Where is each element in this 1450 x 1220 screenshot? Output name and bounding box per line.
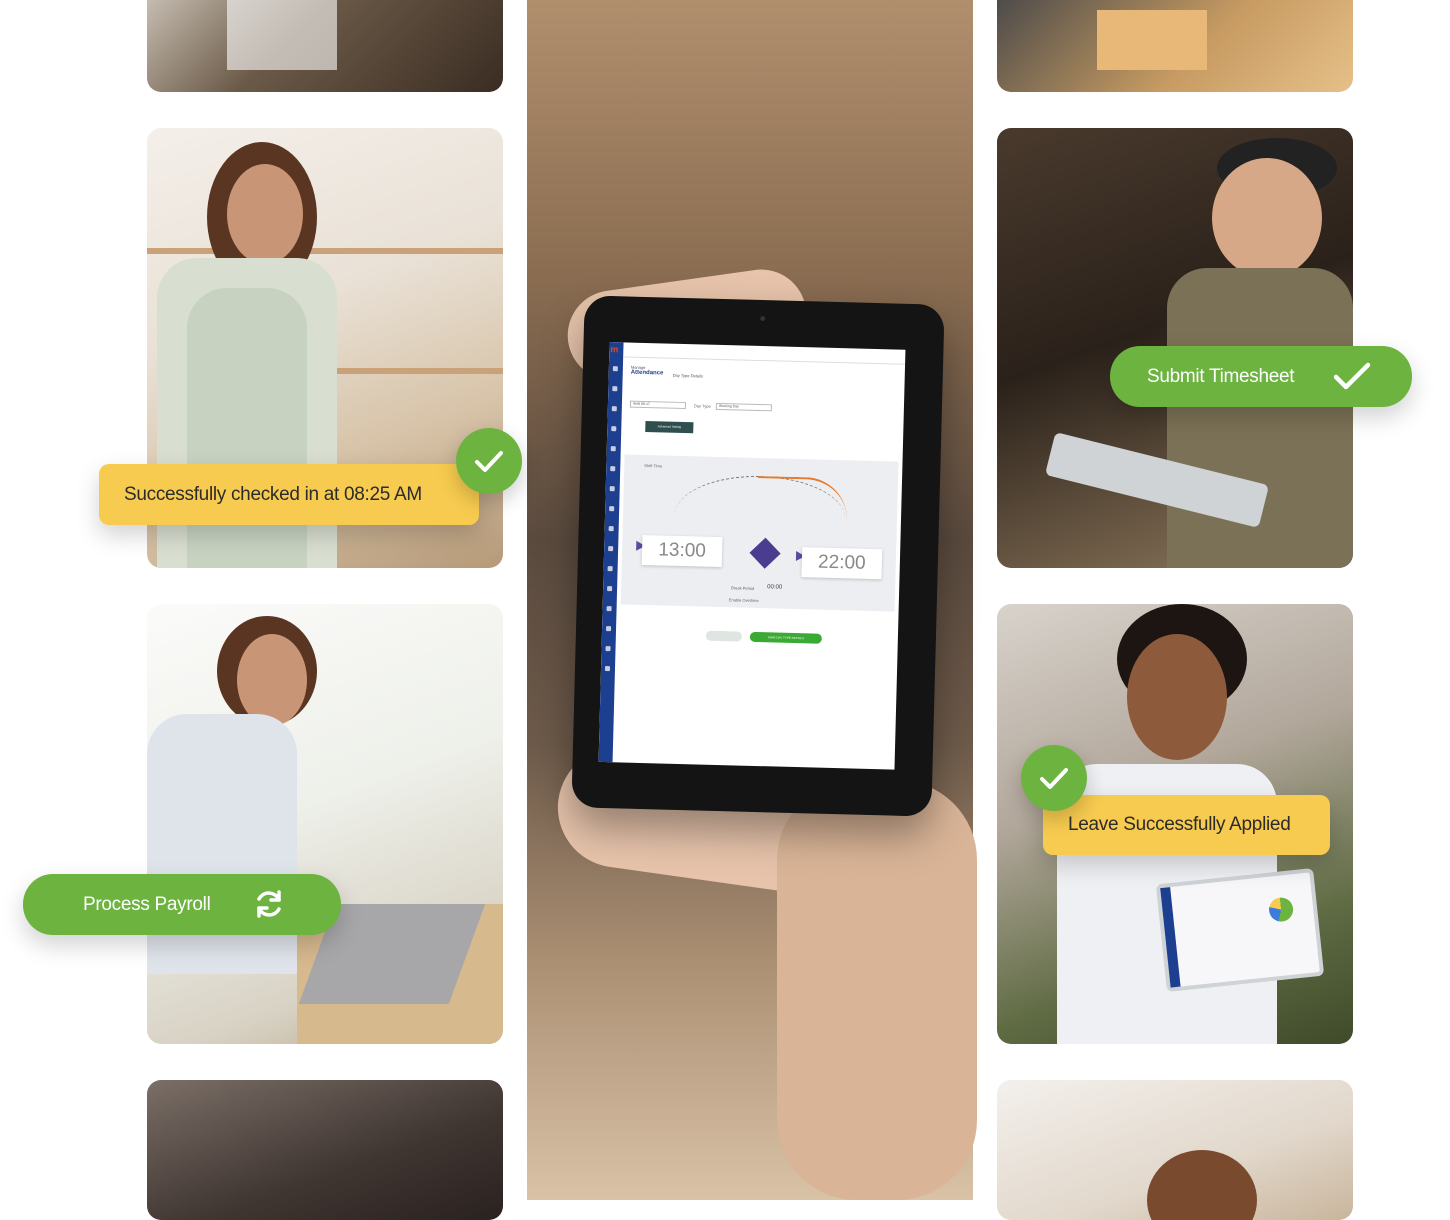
- shift-label: Shift Time: [644, 462, 663, 469]
- sidebar-icon[interactable]: [610, 446, 616, 452]
- cancel-button[interactable]: [705, 630, 743, 642]
- breadcrumb-sub: Day Type Details: [672, 372, 703, 379]
- process-payroll-label: Process Payroll: [83, 893, 211, 915]
- photo-bottom-right: [997, 1080, 1353, 1220]
- tablet-device: m Manage Attendance Day Type Details Shi…: [571, 295, 945, 817]
- check-icon: [1333, 362, 1371, 390]
- overtime-label: Enable Overtime: [728, 597, 759, 604]
- tablet-screen: m Manage Attendance Day Type Details Shi…: [598, 342, 906, 770]
- submit-timesheet-button[interactable]: Submit Timesheet: [1110, 346, 1412, 407]
- page-title: Attendance: [630, 369, 664, 377]
- photo-top-left: [147, 0, 503, 92]
- sidebar-icon[interactable]: [611, 426, 617, 432]
- app-sidebar: m: [598, 342, 624, 763]
- sidebar-icon[interactable]: [608, 526, 614, 532]
- sidebar-icon[interactable]: [604, 666, 611, 672]
- submit-timesheet-label: Submit Timesheet: [1147, 365, 1295, 387]
- day-type-label: Day Type: [693, 403, 711, 409]
- break-label: Break Period: [731, 585, 755, 591]
- start-time[interactable]: 13:00: [641, 534, 723, 568]
- process-payroll-button[interactable]: Process Payroll: [23, 874, 341, 935]
- checked-in-toast: Successfully checked in at 08:25 AM: [99, 464, 479, 525]
- sidebar-icon[interactable]: [609, 506, 615, 512]
- photo-top-right: [997, 0, 1353, 92]
- sidebar-icon[interactable]: [605, 626, 612, 632]
- sidebar-icon[interactable]: [607, 586, 613, 592]
- photo-bottom-left: [147, 1080, 503, 1220]
- photo-fashion-woman: [147, 604, 503, 1044]
- sidebar-icon[interactable]: [612, 366, 618, 372]
- day-type-select[interactable]: Working Day: [715, 402, 772, 412]
- break-value[interactable]: 00:00: [767, 584, 782, 590]
- shift-select[interactable]: Shift 09-17: [629, 400, 687, 410]
- advanced-setting-button[interactable]: Advanced Setting: [645, 421, 694, 434]
- leave-applied-text: Leave Successfully Applied: [1068, 814, 1291, 835]
- sidebar-icon[interactable]: [607, 566, 613, 572]
- app-topbar: [623, 342, 906, 365]
- sidebar-icon[interactable]: [608, 546, 614, 552]
- leave-applied-check-icon: [1021, 745, 1087, 811]
- sidebar-icon[interactable]: [609, 486, 615, 492]
- sidebar-icon[interactable]: [611, 406, 617, 412]
- end-time[interactable]: 22:00: [801, 547, 883, 580]
- checked-in-text: Successfully checked in at 08:25 AM: [124, 483, 422, 505]
- refresh-icon: [257, 890, 281, 918]
- tablet-camera: [760, 315, 766, 322]
- sidebar-icon[interactable]: [606, 606, 612, 612]
- sidebar-icon[interactable]: [605, 646, 611, 652]
- forearm: [777, 780, 977, 1200]
- save-day-type-button[interactable]: SAVE DAY TYPE DETAILS: [749, 631, 822, 644]
- sidebar-icon[interactable]: [610, 466, 616, 472]
- sidebar-icon[interactable]: [612, 386, 618, 392]
- checked-in-check-icon: [456, 428, 522, 494]
- app-logo: m: [610, 344, 619, 355]
